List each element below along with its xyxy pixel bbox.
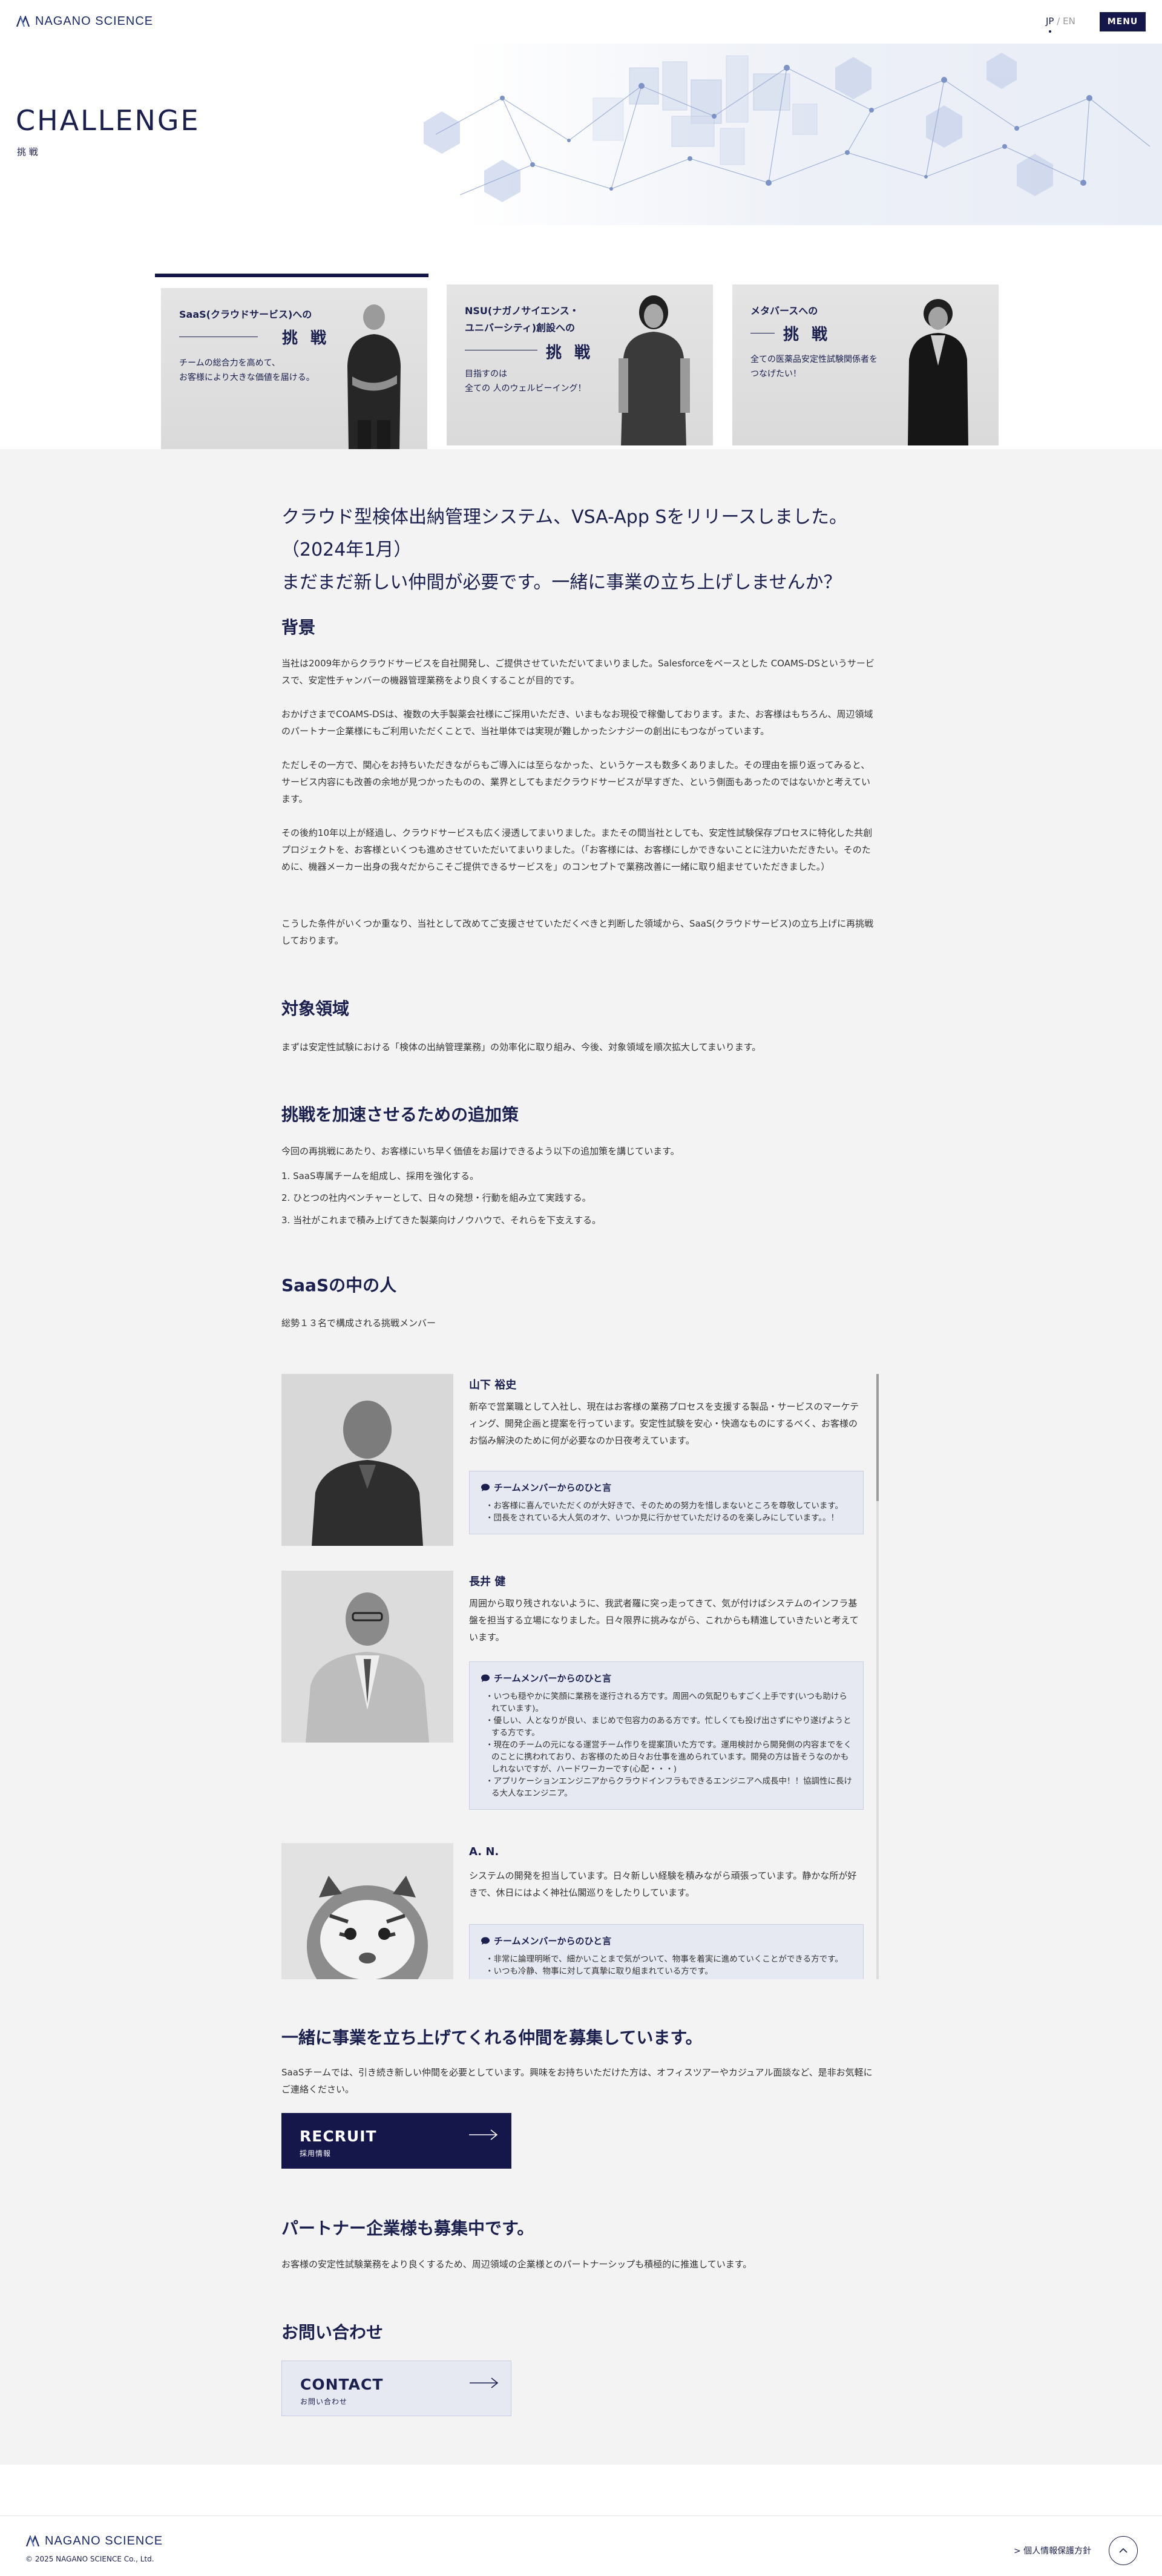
arrow-right-icon xyxy=(470,2377,499,2388)
person-photo-3 xyxy=(908,299,968,445)
section-heading-measures: 挑戦を加速させるための追加策 xyxy=(281,1105,519,1125)
member-bio: 周囲から取り残されないように、我武者羅に突っ走ってきて、気が付けばシステムのイン… xyxy=(469,1598,859,1643)
contact-button[interactable]: CONTACT お問い合わせ xyxy=(281,2361,511,2416)
logo-text: NAGANO SCIENCE xyxy=(35,15,154,28)
network-graphic xyxy=(424,53,1151,202)
logo-mark-icon xyxy=(25,2535,40,2546)
member-name: A. N. xyxy=(469,1845,499,1858)
measures-intro: 今回の再挑戦にあたり、お客様にいち早く価値をお届けできるよう以下の追加策を講じて… xyxy=(281,1146,680,1157)
site-footer: NAGANO SCIENCE © 2025 NAGANO SCIENCE Co.… xyxy=(0,2515,1162,2576)
measure-item: 3. 当社がこれまで積み上げてきた製薬向けノウハウで、それらを下支えする。 xyxy=(281,1215,602,1226)
tab-description: チームの総合力を高めて、 お客様により大きな価値を届ける。 xyxy=(179,358,315,383)
logo-mark-icon xyxy=(16,15,30,27)
background-paragraph-1: 当社は2009年からクラウドサービスを自社開発し、ご提供させていただいてまいりま… xyxy=(281,658,875,686)
partner-paragraph: お客様の安定性試験業務をより良くするため、周辺領域の企業様とのパートナーシップも… xyxy=(281,2259,752,2270)
comment-line: ・優しい、人となりが良い、まじめで包容力のある方です。忙しくても投げ出さずにやり… xyxy=(485,1716,852,1738)
hero-banner: CHALLENGE 挑 戦 xyxy=(0,44,1162,225)
members-scroll-area[interactable]: 山下 裕史 新卒で営業職として入社し、現在はお客様の業務プロセスを支援する製品・… xyxy=(281,1374,881,1979)
footer-logo[interactable]: NAGANO SCIENCE xyxy=(25,2534,163,2548)
privacy-policy-link[interactable]: > 個人情報保護方針 xyxy=(1014,2545,1091,2557)
recruit-button[interactable]: RECRUIT 採用情報 xyxy=(281,2113,511,2169)
comment-line: ・現在のチームの元になる運営チーム作りを提案頂いた方です。運用検討から開発側の内… xyxy=(485,1740,852,1774)
lang-separator: / xyxy=(1057,16,1060,27)
member-name: 長井 健 xyxy=(469,1576,506,1588)
comment-title: チームメンバーからのひと言 xyxy=(481,1481,852,1494)
menu-button[interactable]: MENU xyxy=(1100,12,1146,31)
chat-bubble-icon xyxy=(481,1484,490,1491)
page-subtitle: 挑 戦 xyxy=(17,146,38,157)
comment-line: ・いつも穏やかに笑顔に業務を遂行される方です。周囲への気配りもすごく上手です(い… xyxy=(485,1692,847,1714)
tab-title: SaaS(クラウドサービス)への xyxy=(179,309,312,320)
lang-jp-link[interactable]: JP xyxy=(1046,16,1054,27)
contact-button-sublabel: お問い合わせ xyxy=(300,2397,348,2406)
member-photo xyxy=(281,1571,453,1743)
tab-big-label: 挑 戦 xyxy=(546,344,594,362)
target-paragraph: まずは安定性試験における「検体の出納管理業務」の効率化に取り組み、今後、対象領域… xyxy=(281,1042,761,1053)
section-heading-contact: お問い合わせ xyxy=(281,2322,384,2342)
section-heading-recruit: 一緒に事業を立ち上げてくれる仲間を募集しています。 xyxy=(281,2028,703,2048)
comment-line: ・アプリケーションエンジニアからクラウドインフラもできるエンジニアへ成長中！！協… xyxy=(485,1776,853,1798)
tab-description: 全ての医薬品安定性試験関係者を つなげたい！ xyxy=(750,355,878,379)
tab-saas[interactable]: SaaS(クラウドサービス)への 挑 戦 チームの総合力を高めて、 お客様により… xyxy=(155,274,428,449)
member-photo xyxy=(281,1374,453,1546)
copyright: © 2025 NAGANO SCIENCE Co., Ltd. xyxy=(25,2555,154,2563)
person-photo-2 xyxy=(619,295,690,445)
background-paragraph-3: ただしその一方で、関心をお持ちいただきながらもご導入には至らなかった、というケー… xyxy=(281,760,871,804)
footer-logo-text: NAGANO SCIENCE xyxy=(45,2534,163,2548)
member-photo xyxy=(281,1843,453,1979)
lead-text: クラウド型検体出納管理システム、VSA-App Sをリリースしました。 （202… xyxy=(281,507,847,593)
page-title: CHALLENGE xyxy=(16,104,200,137)
member-comment-box: チームメンバーからのひと言 ・いつも穏やかに笑顔に業務を遂行される方です。周囲へ… xyxy=(469,1661,864,1810)
comment-title: チームメンバーからのひと言 xyxy=(481,1672,852,1684)
recruit-paragraph: SaaSチームでは、引き続き新しい仲間を必要としています。興味をお持ちいただけた… xyxy=(281,2067,873,2095)
tab-big-label: 挑 戦 xyxy=(783,326,832,344)
measure-item: 2. ひとつの社内ベンチャーとして、日々の発想・行動を組み立て実践する。 xyxy=(281,1192,591,1203)
arrow-right-icon xyxy=(469,2129,498,2140)
tab-card: SaaS(クラウドサービス)への 挑 戦 チームの総合力を高めて、 お客様により… xyxy=(161,288,427,449)
comment-line: ・お客様に喜んでいただくのが大好きで、そのための努力を惜しまないところを尊敬して… xyxy=(485,1501,844,1511)
tab-metaverse[interactable]: メタバースへの 挑 戦 全ての医薬品安定性試験関係者を つなげたい！ xyxy=(726,274,1000,449)
section-heading-target: 対象領域 xyxy=(281,999,350,1019)
site-header: NAGANO SCIENCE JP / EN MENU xyxy=(0,0,1162,44)
member-name: 山下 裕史 xyxy=(469,1379,517,1392)
language-switcher: JP / EN xyxy=(1046,16,1075,27)
people-intro: 総勢１３名で構成される挑戦メンバー xyxy=(281,1318,436,1329)
challenge-tabs: SaaS(クラウドサービス)への 挑 戦 チームの総合力を高めて、 お客様により… xyxy=(155,274,1000,449)
arrow-up-icon xyxy=(1119,2548,1128,2553)
tab-description: 目指すのは 全ての 人のウェルビーイング！ xyxy=(465,369,586,393)
section-heading-people: SaaSの中の人 xyxy=(281,1275,397,1295)
members-scrollbar-thumb[interactable] xyxy=(876,1374,879,1501)
chat-bubble-icon xyxy=(481,1674,490,1682)
site-logo[interactable]: NAGANO SCIENCE xyxy=(16,15,153,28)
tab-big-label: 挑 戦 xyxy=(282,329,330,347)
tab-title: NSU(ナガノサイエンス・ ユニバーシティ)創設への xyxy=(465,305,579,334)
tab-divider xyxy=(750,333,775,334)
member-bio: システムの開発を担当しています。日々新しい経験を積みながら頑張っています。静かな… xyxy=(469,1870,857,1898)
measure-item: 1. SaaS専属チームを組成し、採用を強化する。 xyxy=(281,1171,479,1181)
section-heading-background: 背景 xyxy=(281,617,316,637)
comment-title: チームメンバーからのひと言 xyxy=(481,1934,852,1947)
comment-line: ・団長をされている大人気のオケ、いつか見に行かせていただけるのを楽しみにしていま… xyxy=(485,1513,839,1523)
back-to-top-button[interactable] xyxy=(1109,2536,1138,2565)
member-comment-box: チームメンバーからのひと言 ・非常に論理明晰で、細かいことまで気がついて、物事を… xyxy=(469,1924,864,1979)
comment-line: ・非常に論理明晰で、細かいことまで気がついて、物事を着実に進めていくことができる… xyxy=(485,1954,843,1964)
member-bio: 新卒で営業職として入社し、現在はお客様の業務プロセスを支援する製品・サービスのマ… xyxy=(469,1401,859,1446)
section-heading-partner: パートナー企業様も募集中です。 xyxy=(281,2218,534,2238)
background-paragraph-4: その後約10年以上が経過し、クラウドサービスも広く浸透してまいりました。またその… xyxy=(281,827,873,872)
contact-button-label: CONTACT xyxy=(300,2376,384,2393)
tab-card: メタバースへの 挑 戦 全ての医薬品安定性試験関係者を つなげたい！ xyxy=(732,284,999,445)
member-comment-box: チームメンバーからのひと言 ・お客様に喜んでいただくのが大好きで、そのための努力… xyxy=(469,1471,864,1534)
background-paragraph-2: おかげさまでCOAMS-DSは、複数の大手製薬会社様にご採用いただき、いまもなお… xyxy=(281,709,873,737)
lang-en-link[interactable]: EN xyxy=(1063,16,1075,27)
recruit-button-label: RECRUIT xyxy=(300,2128,377,2145)
background-paragraph-5: こうした条件がいくつか重なり、当社として改めてご支援させていただくべきと判断した… xyxy=(281,918,874,946)
tab-nsu[interactable]: NSU(ナガノサイエンス・ ユニバーシティ)創設への 挑 戦 目指すのは 全ての… xyxy=(441,274,714,449)
comment-line: ・いつも冷静、物事に対して真摯に取り組まれている方です。 xyxy=(485,1966,713,1976)
tab-card: NSU(ナガノサイエンス・ ユニバーシティ)創設への 挑 戦 目指すのは 全ての… xyxy=(447,284,713,445)
tab-title: メタバースへの xyxy=(750,305,818,317)
chat-bubble-icon xyxy=(481,1937,490,1945)
recruit-button-sublabel: 採用情報 xyxy=(300,2149,332,2158)
person-photo-1 xyxy=(347,304,401,449)
